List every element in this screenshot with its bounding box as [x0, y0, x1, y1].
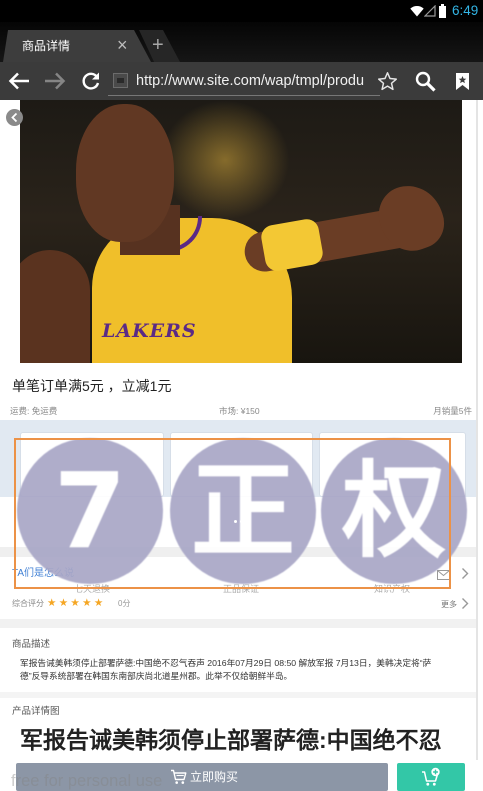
browser-tab-bar: 商品详情 × + — [0, 22, 483, 62]
more-link[interactable]: 更多 — [441, 600, 457, 610]
monthly-sales: 月销量5件 — [433, 406, 472, 416]
section-divider — [0, 692, 476, 698]
tab-title: 商品详情 — [22, 39, 71, 53]
jersey-lettering: LAKERS — [102, 320, 197, 342]
star-icon[interactable] — [377, 71, 398, 92]
browser-toolbar: http://www.site.com/wap/tmpl/produ — [0, 62, 483, 100]
description-text: 军报告诫美韩须停止部署萨德:中国绝不忍气吞声 2016年07月29日 08:50… — [20, 658, 432, 681]
description-title: 商品描述 — [12, 639, 51, 650]
signal-icon — [424, 5, 436, 17]
chevron-left-icon — [11, 112, 18, 123]
url-field[interactable]: http://www.site.com/wap/tmpl/produ — [136, 72, 372, 90]
market-price: 市场: ¥150 — [219, 406, 260, 416]
add-to-cart-icon — [421, 767, 441, 787]
plus-icon: + — [152, 34, 164, 56]
detail-headline: 军报告诫美韩须停止部署萨德:中国绝不忍 — [20, 727, 442, 753]
shipping-fee: 运费: 免运费 — [10, 406, 58, 416]
player-armband — [259, 217, 325, 273]
player-head — [76, 104, 174, 242]
wifi-icon — [410, 5, 424, 17]
battery-icon — [438, 4, 447, 18]
clock-time: 6:49 — [452, 3, 479, 18]
scrollbar[interactable] — [476, 100, 478, 760]
url-field-underline — [108, 95, 380, 96]
arrow-right-icon[interactable] — [44, 71, 66, 91]
rating-stars: ★★★★★ — [47, 597, 106, 609]
product-image[interactable]: LAKERS — [20, 100, 462, 363]
bookmarks-icon[interactable] — [455, 72, 470, 91]
promo-title: 单笔订单满5元 ，立减1元 — [12, 378, 172, 394]
bottom-action-bar: 立即购买 — [0, 760, 483, 791]
rating-label: 综合评分 — [12, 599, 44, 608]
buy-now-button[interactable]: 立即购买 — [16, 763, 388, 791]
section-divider — [0, 619, 476, 628]
page-back-button[interactable] — [6, 109, 23, 126]
cart-icon — [170, 769, 187, 785]
arrow-left-icon[interactable] — [8, 71, 30, 91]
chevron-right-icon[interactable] — [461, 567, 469, 580]
player-arm-left — [20, 250, 90, 363]
detail-images-title: 产品详情图 — [12, 706, 60, 717]
rating-score: 0分 — [118, 599, 131, 608]
status-bar: 6:49 — [0, 0, 483, 22]
stadium-lights — [160, 100, 290, 220]
add-to-cart-button[interactable] — [397, 763, 465, 791]
tab-product-details[interactable]: 商品详情 × — [3, 30, 151, 62]
chevron-right-icon[interactable] — [461, 597, 469, 610]
buy-now-label: 立即购买 — [190, 770, 239, 784]
favicon-icon — [113, 73, 128, 88]
tab-close-button[interactable]: × — [117, 35, 128, 55]
search-icon[interactable] — [415, 71, 436, 92]
highlight-frame — [14, 438, 451, 589]
refresh-icon[interactable] — [81, 71, 101, 91]
